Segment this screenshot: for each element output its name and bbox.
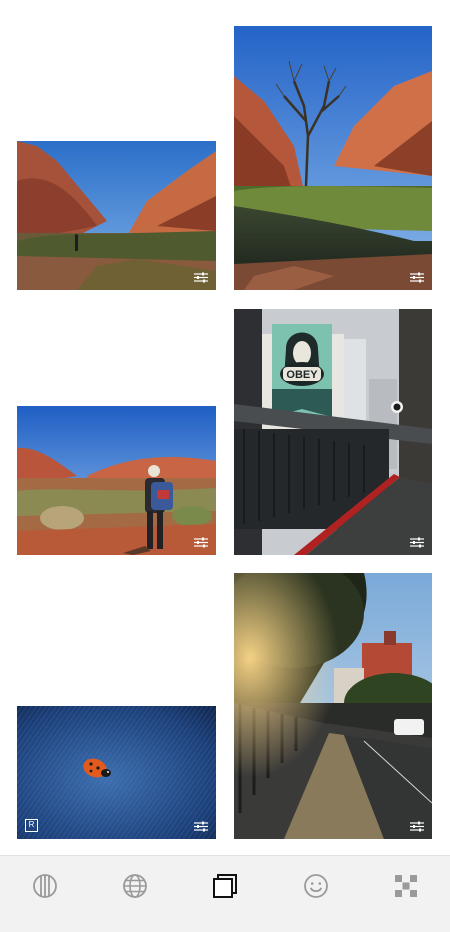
stack-icon: [213, 874, 237, 898]
adjust-icon[interactable]: [410, 821, 424, 832]
grid-icon: [395, 875, 417, 897]
smiley-icon: [304, 874, 328, 898]
globe-icon: [123, 874, 147, 898]
raw-badge: R: [25, 819, 38, 832]
photo-street-sunset[interactable]: [234, 573, 432, 839]
collections-icon: [33, 874, 57, 898]
canyon-hiker-image: [17, 141, 216, 290]
adjust-icon[interactable]: [410, 272, 424, 283]
tab-profile[interactable]: [302, 872, 330, 900]
desert-backpacker-image: [17, 406, 216, 555]
adjust-icon[interactable]: [194, 821, 208, 832]
bottom-tab-bar: [0, 855, 450, 932]
photo-obey-mural[interactable]: OBEY: [234, 309, 432, 555]
photo-canyon-hiker[interactable]: [17, 141, 216, 290]
tab-collections[interactable]: [31, 872, 59, 900]
street-sunset-image: [234, 573, 432, 839]
tab-studio[interactable]: [211, 872, 239, 900]
photo-desert-backpacker[interactable]: [17, 406, 216, 555]
creek-tree-image: [234, 26, 432, 290]
photo-creek-tree[interactable]: [234, 26, 432, 290]
adjust-icon[interactable]: [194, 272, 208, 283]
tab-explore[interactable]: [121, 872, 149, 900]
photo-ladybug-denim[interactable]: R: [17, 706, 216, 839]
photo-feed-screen: OBEY R: [0, 0, 450, 932]
obey-mural-image: OBEY: [234, 309, 432, 555]
tab-discover[interactable]: [392, 872, 420, 900]
svg-text:OBEY: OBEY: [286, 369, 318, 381]
ladybug-denim-image: [17, 706, 216, 839]
adjust-icon[interactable]: [410, 537, 424, 548]
adjust-icon[interactable]: [194, 537, 208, 548]
